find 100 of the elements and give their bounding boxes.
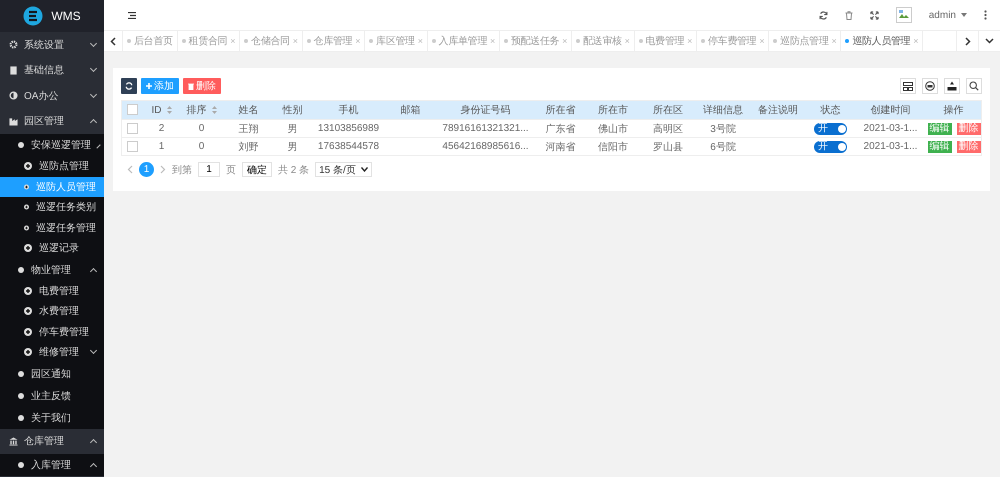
menu-label: 基础信息 [24,64,65,78]
table-cell: 河南省 [546,142,576,152]
plus-circle-icon [24,203,29,212]
grid-icon [903,82,913,90]
trash-icon [188,82,194,90]
search-icon [969,81,979,91]
menu-label: 电费管理 [39,284,80,298]
column-header: 所在省 [546,104,576,117]
status-switch[interactable]: 开 [814,140,847,152]
table-cell: 2 [158,123,164,134]
column-header: 操作 [943,104,964,117]
menu-item[interactable]: 巡防点管理 [0,156,104,176]
column-header: 创建时间 [870,104,910,117]
user-name[interactable]: admin [928,10,956,20]
caret-icon[interactable] [961,13,967,17]
table-cell: 2021-03-1... [864,141,918,152]
plus-circle-icon [24,348,32,356]
fullscreen-icon[interactable] [870,10,879,20]
menu-label: 业主反馈 [31,390,72,402]
column-header: 邮箱 [400,104,420,117]
column-header: 性别 [282,104,302,117]
bullet-icon [18,142,24,148]
logo-icon [23,6,44,26]
column-header: ID [152,104,162,116]
menu-label: 维修管理 [39,346,80,360]
table-cell: 0 [198,123,204,134]
columns-button[interactable] [900,78,916,94]
menu-label: 水费管理 [39,304,80,318]
caret-icon [360,167,368,172]
menu-label: 巡逻任务类别 [36,200,96,214]
table-cell: 罗山县 [653,142,683,152]
menu-label: 物业管理 [31,264,72,276]
menu-label: 巡防人员管理 [36,180,96,194]
column-header: 姓名 [238,104,258,117]
bullet-icon [18,392,24,398]
confirm-button[interactable]: 确定 [242,162,272,177]
page-label: 页 [226,164,236,176]
menu-item[interactable]: 安保巡逻管理 [0,134,104,156]
page-tab[interactable]: 巡防人员管理 × [841,31,924,51]
plus-icon [146,83,152,89]
menu-item[interactable]: 维修管理 [0,342,104,362]
menu-item[interactable]: 关于我们 [0,406,104,428]
table-cell: 0 [198,141,204,152]
menu-item[interactable]: 业主反馈 [0,384,104,406]
menu-label: 停车费管理 [39,326,90,339]
menu-item[interactable]: 物业管理 [0,258,104,280]
export-button[interactable] [944,78,960,94]
menu-item[interactable]: 巡逻记录 [0,238,104,258]
table-cell: 佛山市 [598,124,628,134]
table-cell: 男 [288,142,298,152]
bullet-icon [18,266,24,272]
column-header: 备注说明 [758,104,798,117]
column-header: 状态 [820,104,840,117]
plus-circle-icon [24,328,32,336]
search-button[interactable] [966,78,982,94]
table-cell: 78916161321321... [442,123,529,134]
column-header: 排序 [186,104,206,117]
page-size-select[interactable]: 15 条/页 [315,162,372,177]
menu-item[interactable]: 入库管理 [0,454,104,476]
print-button[interactable] [922,78,938,94]
goto-label: 到第 [172,164,192,176]
table-cell: 信阳市 [598,142,628,152]
refresh-button[interactable] [121,78,137,94]
bullet-icon [18,462,24,468]
menu-item[interactable]: 水费管理 [0,301,104,322]
plus-circle-icon [24,182,29,191]
table-cell: 刘野 [238,142,258,152]
table-cell: 高明区 [653,124,683,134]
menu-item[interactable]: 巡逻任务类别 [0,197,104,218]
table-cell: 王翔 [238,124,258,134]
row-checkbox[interactable] [127,140,138,152]
export-icon [947,81,957,91]
menu-label: 巡防点管理 [39,160,90,174]
chevron-left-icon [110,36,116,46]
table-cell: 1 [158,141,164,152]
table-cell: 6号院 [710,142,736,152]
table-cell: 13103856989 [318,123,380,134]
chevron-right-icon [964,36,970,46]
menu-item[interactable]: 园区通知 [0,362,104,384]
bullet-icon [18,414,24,420]
plus-circle-icon [24,162,32,170]
plus-circle-icon [24,286,32,295]
more-icon[interactable] [984,10,987,20]
menu-item[interactable]: 巡逻任务管理 [0,218,104,238]
page-input[interactable]: 1 [198,162,220,177]
refresh-icon[interactable] [818,10,828,20]
menu-label: 安保巡逻管理 [31,138,91,152]
menu-label: 入库管理 [31,458,72,472]
plus-circle-icon [24,224,29,232]
menu-item[interactable]: 电费管理 [0,280,104,301]
menu-item[interactable]: 停车费管理 [0,322,104,342]
status-switch[interactable]: 开 [814,122,847,134]
table-cell: 男 [288,124,298,134]
menu-label: 园区通知 [31,368,72,380]
trash-icon[interactable] [844,10,853,20]
menu-label: 巡逻任务管理 [36,222,96,235]
select-all-checkbox[interactable] [127,104,138,116]
row-checkbox[interactable] [127,122,138,134]
column-header: 所在市 [598,104,628,117]
total-count: 共 2 条 [278,164,310,176]
